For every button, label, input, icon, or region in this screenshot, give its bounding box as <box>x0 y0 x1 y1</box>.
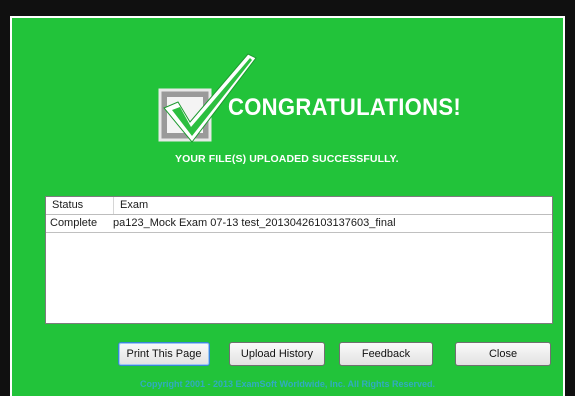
dialog-body: CONGRATULATIONS! YOUR FILE(S) UPLOADED S… <box>12 18 563 396</box>
table-row[interactable]: Complete pa123_Mock Exam 07-13 test_2013… <box>46 215 552 233</box>
congratulations-title: CONGRATULATIONS! <box>228 94 461 121</box>
feedback-button[interactable]: Feedback <box>339 342 433 366</box>
column-header-exam[interactable]: Exam <box>120 199 148 211</box>
upload-complete-window: CONGRATULATIONS! YOUR FILE(S) UPLOADED S… <box>0 0 575 396</box>
button-bar: Print This Page Upload History Feedback … <box>12 342 563 368</box>
upload-results-table: Status Exam Complete pa123_Mock Exam 07-… <box>45 196 553 324</box>
row-exam: pa123_Mock Exam 07-13 test_2013042610313… <box>113 217 396 229</box>
row-status: Complete <box>50 217 98 229</box>
column-header-status[interactable]: Status <box>52 199 83 211</box>
copyright-text: Copyright 2001 - 2013 ExamSoft Worldwide… <box>139 379 436 389</box>
table-header: Status Exam <box>46 197 552 215</box>
print-page-button[interactable]: Print This Page <box>118 342 210 366</box>
upload-success-subtitle: YOUR FILE(S) UPLOADED SUCCESSFULLY. <box>175 153 399 165</box>
close-button[interactable]: Close <box>455 342 551 366</box>
upload-history-button[interactable]: Upload History <box>229 342 325 366</box>
column-divider[interactable] <box>113 197 114 214</box>
